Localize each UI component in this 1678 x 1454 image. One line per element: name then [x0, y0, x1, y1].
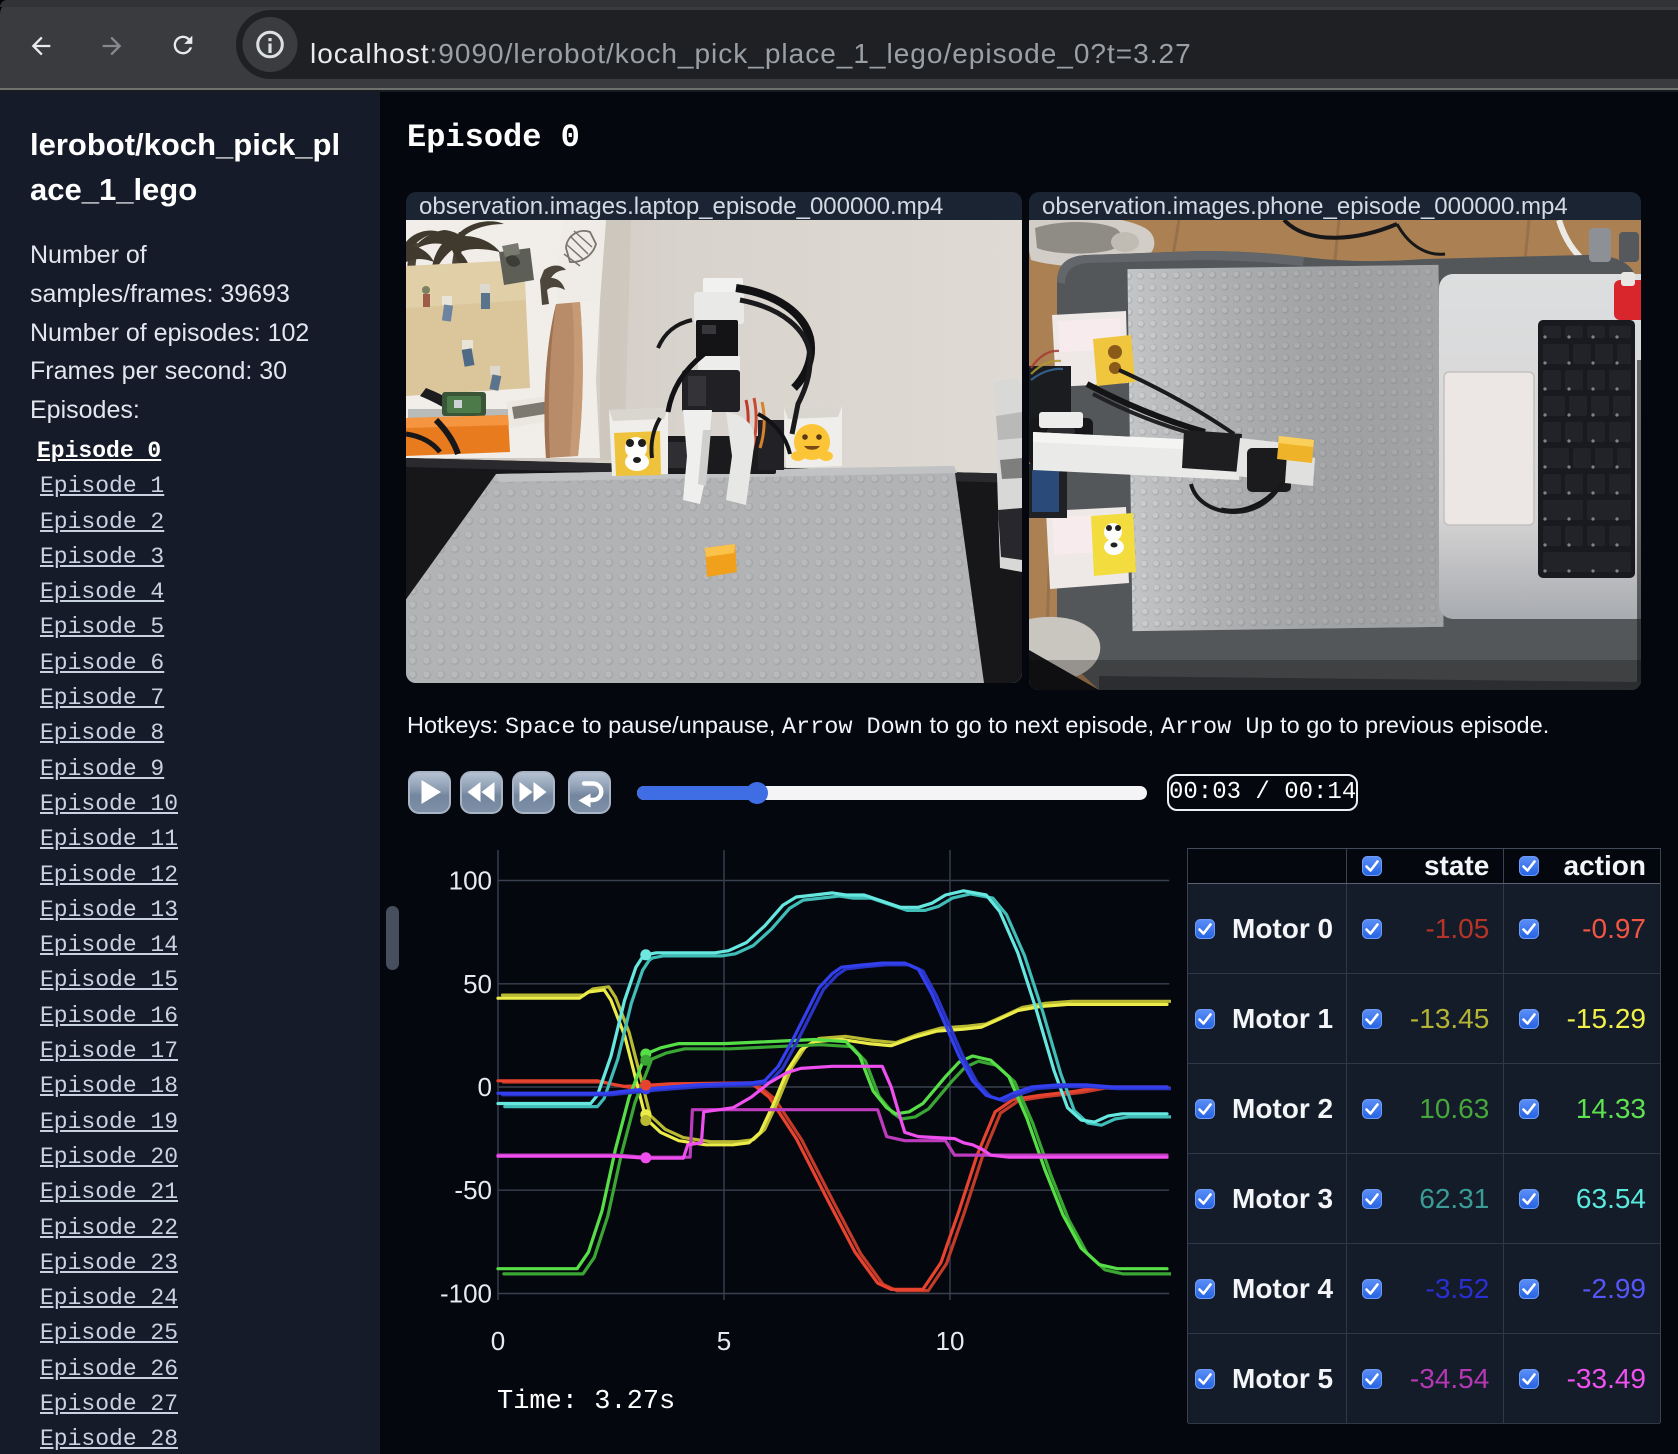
- svg-text:10: 10: [936, 1326, 965, 1356]
- svg-text:100: 100: [449, 866, 492, 896]
- svg-text:0: 0: [491, 1326, 505, 1356]
- svg-text:50: 50: [463, 969, 492, 999]
- svg-text:-100: -100: [440, 1279, 492, 1309]
- svg-text:0: 0: [478, 1072, 492, 1102]
- svg-text:5: 5: [717, 1326, 731, 1356]
- svg-text:-50: -50: [454, 1175, 492, 1205]
